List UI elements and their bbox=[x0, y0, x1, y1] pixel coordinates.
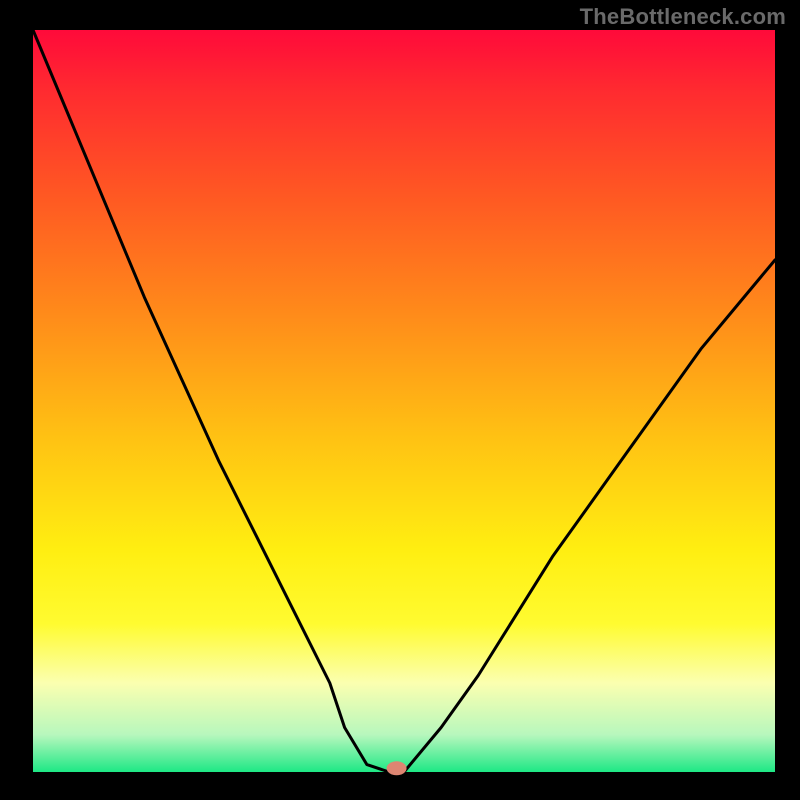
watermark-text: TheBottleneck.com bbox=[580, 4, 786, 30]
optimal-marker bbox=[387, 761, 407, 775]
chart-container: TheBottleneck.com bbox=[0, 0, 800, 800]
bottleneck-chart bbox=[0, 0, 800, 800]
